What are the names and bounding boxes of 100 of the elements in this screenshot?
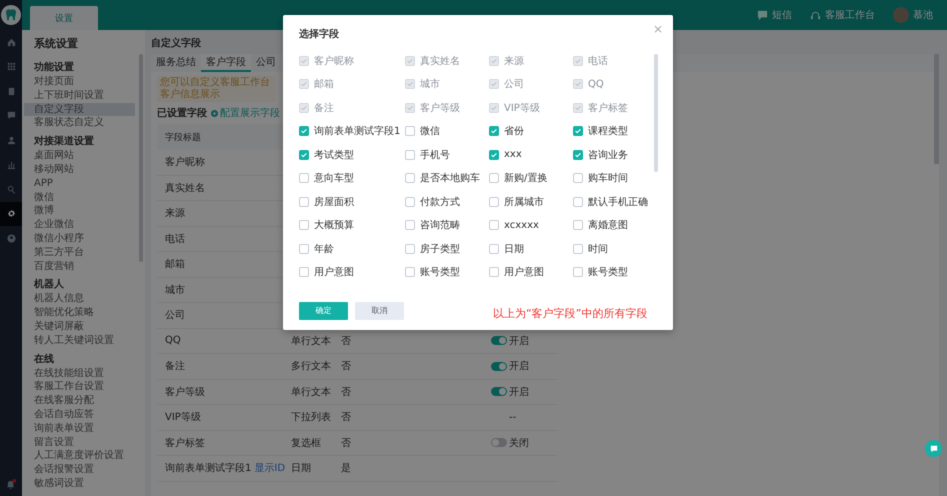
config-link[interactable]: 配置展示字段 [211, 106, 280, 120]
checkbox[interactable] [299, 267, 309, 277]
field-checkbox[interactable]: 询前表单测试字段1 [299, 122, 400, 140]
sidebar-item[interactable]: 企业微信 [24, 218, 135, 232]
field-checkbox[interactable]: 手机号 [405, 146, 450, 163]
sidebar-item[interactable]: 对接页面 [24, 75, 135, 89]
field-checkbox[interactable]: 新购/置换 [489, 170, 548, 186]
checkbox[interactable] [573, 196, 583, 206]
sidebar-item[interactable]: 机器人信息 [24, 292, 135, 306]
field-checkbox[interactable]: 意向车型 [299, 170, 354, 186]
cancel-button[interactable]: 取消 [355, 302, 404, 320]
checkbox[interactable] [405, 173, 415, 183]
field-checkbox[interactable]: 微信 [405, 122, 440, 140]
sidebar-item[interactable]: 微博 [24, 204, 135, 218]
toggle-switch[interactable] [491, 362, 507, 371]
field-checkbox[interactable]: 所属城市 [489, 193, 544, 210]
sidebar-item[interactable]: 百度营销 [24, 260, 135, 274]
checkbox[interactable] [405, 196, 415, 206]
sidebar-item[interactable]: 询前表单设置 [24, 422, 135, 436]
scrollbar[interactable] [654, 54, 658, 172]
field-checkbox[interactable]: 日期 [489, 240, 524, 257]
confirm-button[interactable]: 确定 [299, 302, 348, 320]
sidebar-item[interactable]: 在线客服分配 [24, 394, 135, 408]
field-checkbox[interactable]: 用户意图 [489, 264, 544, 280]
checkbox[interactable] [573, 173, 583, 183]
field-checkbox[interactable]: 房屋面积 [299, 193, 354, 210]
checkbox[interactable] [405, 150, 415, 160]
sidebar-item[interactable]: 第三方平台 [24, 246, 135, 260]
toggle-switch[interactable] [491, 387, 507, 396]
checkbox[interactable] [299, 196, 309, 206]
field-checkbox[interactable]: 房子类型 [405, 240, 460, 257]
field-checkbox[interactable]: 账号类型 [573, 264, 628, 280]
sidebar-item[interactable]: 人工满意度评价设置 [24, 449, 135, 464]
checkbox[interactable] [489, 244, 499, 254]
field-checkbox[interactable]: 考试类型 [299, 146, 354, 163]
sidebar-item[interactable]: 上下班时间设置 [24, 88, 135, 103]
sidebar-item[interactable]: 智能优化策略 [24, 306, 135, 320]
checkbox[interactable] [573, 267, 583, 277]
checkbox[interactable] [489, 126, 499, 136]
sidebar-item[interactable]: 会话报警设置 [24, 463, 135, 477]
sidebar-item[interactable]: 微信小程序 [24, 232, 135, 246]
scrollbar[interactable] [934, 54, 939, 164]
tab[interactable]: 公司 [251, 54, 281, 72]
checkbox[interactable] [405, 220, 415, 230]
show-id-link[interactable]: 显示ID [254, 461, 286, 476]
topbar-action[interactable]: 短信 [757, 8, 792, 22]
topbar-action[interactable]: 客服工作台 [810, 8, 875, 22]
tab[interactable]: 客户字段 [201, 54, 251, 72]
field-checkbox[interactable]: 账号类型 [405, 264, 460, 280]
checkbox[interactable] [299, 173, 309, 183]
sidebar-item[interactable]: 在线技能组设置 [24, 366, 135, 380]
user-menu[interactable]: 慕池 [893, 7, 933, 23]
top-tab[interactable]: 设置 [30, 6, 98, 30]
sidebar-item[interactable]: APP [24, 176, 135, 191]
checkbox[interactable] [405, 126, 415, 136]
field-checkbox[interactable]: 咨询业务 [573, 146, 628, 163]
checkbox[interactable] [573, 150, 583, 160]
field-checkbox[interactable]: 离婚意图 [573, 216, 628, 234]
field-checkbox[interactable]: 是否本地购车 [405, 170, 480, 186]
checkbox[interactable] [299, 126, 309, 136]
sidebar-item[interactable]: 转人工关键词设置 [24, 334, 135, 348]
field-checkbox[interactable]: 时间 [573, 240, 608, 257]
field-checkbox[interactable]: xcxxxx [489, 216, 539, 234]
sidebar-item[interactable]: 留言设置 [24, 436, 135, 450]
checkbox[interactable] [573, 220, 583, 230]
checkbox[interactable] [405, 267, 415, 277]
toggle-switch[interactable] [491, 336, 507, 346]
sidebar-item[interactable]: 客服状态自定义 [24, 116, 135, 130]
checkbox[interactable] [299, 244, 309, 254]
close-button[interactable]: × [652, 22, 663, 36]
sidebar-item[interactable]: 自定义字段 [24, 102, 135, 116]
checkbox[interactable] [489, 196, 499, 206]
field-checkbox[interactable]: 咨询范畴 [405, 216, 460, 234]
field-checkbox[interactable]: 省份 [489, 122, 524, 140]
field-checkbox[interactable]: 大概预算 [299, 216, 354, 234]
field-checkbox[interactable]: 年龄 [299, 240, 334, 257]
checkbox[interactable] [489, 267, 499, 277]
field-checkbox[interactable]: 默认手机正确 [573, 193, 648, 210]
field-checkbox[interactable]: 用户意图 [299, 264, 354, 280]
field-checkbox[interactable]: 购车时间 [573, 170, 628, 186]
checkbox[interactable] [299, 150, 309, 160]
sidebar-item[interactable]: 客服工作台设置 [24, 380, 135, 394]
toggle-switch[interactable] [491, 438, 507, 448]
field-checkbox[interactable]: 课程类型 [573, 122, 628, 140]
sidebar-item[interactable]: 会话自动应答 [24, 408, 135, 422]
field-checkbox[interactable]: xxx [489, 146, 522, 163]
sidebar-item[interactable]: 微信 [24, 190, 135, 204]
checkbox[interactable] [489, 173, 499, 183]
field-checkbox[interactable]: 付款方式 [405, 193, 460, 210]
tab[interactable]: 服务总结 [151, 54, 201, 72]
checkbox[interactable] [489, 220, 499, 230]
sidebar-item[interactable]: 桌面网站 [24, 149, 135, 163]
checkbox[interactable] [405, 244, 415, 254]
checkbox[interactable] [573, 126, 583, 136]
checkbox[interactable] [573, 244, 583, 254]
sidebar-item[interactable]: 敏感词设置 [24, 476, 135, 491]
sidebar-item[interactable]: 移动网站 [24, 162, 135, 177]
checkbox[interactable] [299, 220, 309, 230]
checkbox[interactable] [489, 150, 499, 160]
sidebar-item[interactable]: 关键词屏蔽 [24, 320, 135, 334]
